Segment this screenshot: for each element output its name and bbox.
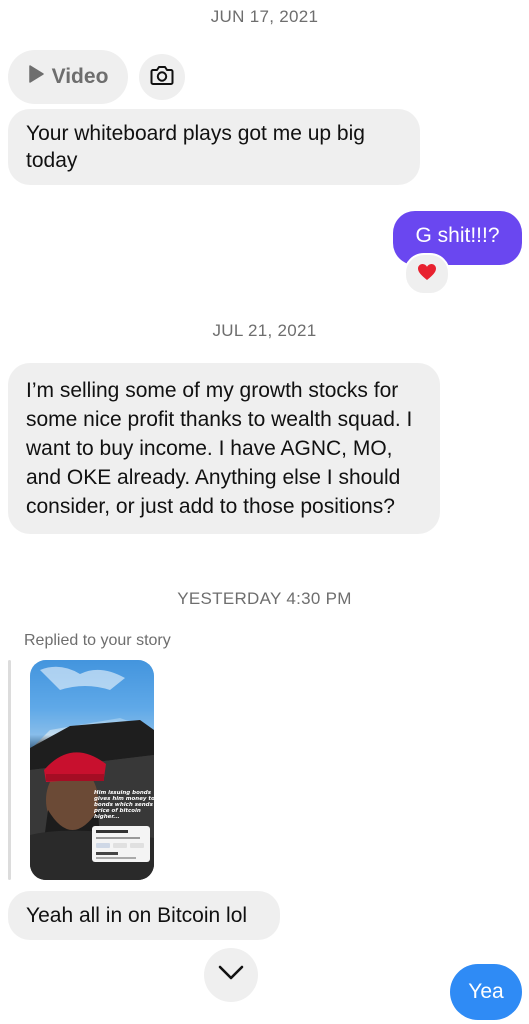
story-thumbnail[interactable]: Him issuing bonds gives him money to buy…	[30, 660, 154, 880]
incoming-message[interactable]: Your whiteboard plays got me up big toda…	[8, 109, 420, 185]
video-label: Video	[51, 65, 109, 88]
play-icon	[28, 65, 44, 89]
date-separator: YESTERDAY 4:30 PM	[177, 589, 352, 608]
heart-icon	[417, 263, 437, 286]
date-separator: JUL 21, 2021	[212, 321, 317, 340]
incoming-message[interactable]: Yeah all in on Bitcoin lol	[8, 891, 280, 940]
camera-button[interactable]	[139, 54, 185, 100]
reply-indicator-bar	[8, 660, 11, 880]
scroll-to-bottom-button[interactable]	[204, 948, 258, 1002]
replied-to-story-label: Replied to your story	[24, 632, 171, 649]
reaction-badge[interactable]	[404, 253, 450, 295]
svg-text:higher...: higher...	[94, 814, 120, 820]
date-separator: JUN 17, 2021	[210, 7, 319, 26]
incoming-message[interactable]: I’m selling some of my growth stocks for…	[8, 363, 440, 534]
outgoing-message[interactable]: Yea	[450, 964, 522, 1020]
camera-icon	[150, 64, 174, 91]
chevron-down-icon	[218, 965, 244, 986]
video-message[interactable]: Video	[8, 50, 128, 104]
